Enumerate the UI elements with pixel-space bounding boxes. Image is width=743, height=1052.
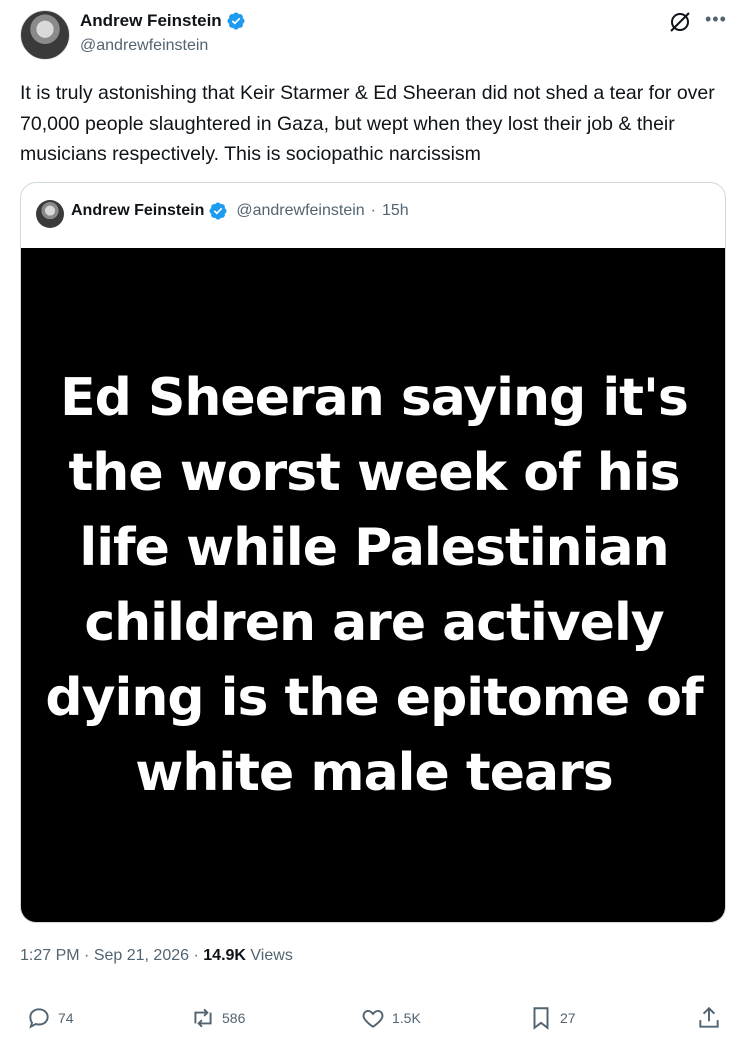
quoted-author-handle: @andrewfeinstein — [236, 202, 365, 219]
separator: · — [193, 947, 199, 964]
verified-badge-icon — [209, 202, 227, 220]
quoted-header: Andrew Feinstein @andrewfeinstein · 15h — [71, 201, 409, 221]
views-label: Views — [250, 947, 293, 964]
reply-count: 74 — [58, 1010, 74, 1026]
share-icon — [699, 1006, 719, 1028]
quoted-author-name: Andrew Feinstein — [71, 202, 205, 219]
tweet-text: It is truly astonishing that Keir Starme… — [20, 82, 715, 165]
bookmark-count: 27 — [560, 1010, 576, 1026]
tweet-date[interactable]: Sep 21, 2026 — [94, 947, 189, 964]
quoted-image[interactable]: Ed Sheeran saying it's the worst week of… — [21, 248, 725, 922]
repost-count: 586 — [222, 1010, 246, 1026]
author-name-row: Andrew Feinstein — [80, 11, 246, 31]
author-handle[interactable]: @andrewfeinstein — [80, 37, 208, 55]
bookmark-button[interactable]: 27 — [528, 1005, 576, 1031]
tweet-meta: 1:27 PM · Sep 21, 2026 · 14.9K Views — [20, 947, 293, 965]
more-icon[interactable]: ••• — [705, 9, 727, 30]
grok-icon[interactable] — [667, 9, 693, 35]
verified-badge-icon — [227, 12, 245, 30]
author-avatar[interactable] — [20, 10, 70, 60]
reply-icon — [29, 1008, 49, 1029]
quoted-image-text: Ed Sheeran saying it's the worst week of… — [45, 368, 703, 803]
repost-icon — [194, 1008, 212, 1028]
reply-button[interactable]: 74 — [26, 1005, 74, 1031]
like-icon — [362, 1009, 384, 1028]
separator: · — [370, 202, 376, 219]
like-count: 1.5K — [392, 1010, 421, 1026]
author-name[interactable]: Andrew Feinstein — [80, 11, 222, 31]
tweet-time[interactable]: 1:27 PM — [20, 947, 80, 964]
quoted-time: 15h — [382, 202, 409, 219]
separator: · — [84, 947, 90, 964]
repost-button[interactable]: 586 — [190, 1005, 245, 1031]
views-count: 14.9K — [203, 947, 246, 964]
like-button[interactable]: 1.5K — [360, 1005, 421, 1031]
action-bar: 74 586 1.5K 27 — [0, 1005, 743, 1037]
bookmark-icon — [533, 1007, 549, 1030]
quoted-tweet[interactable]: Andrew Feinstein @andrewfeinstein · 15h … — [20, 182, 726, 923]
quoted-avatar — [36, 200, 64, 228]
share-button[interactable] — [696, 1005, 722, 1031]
